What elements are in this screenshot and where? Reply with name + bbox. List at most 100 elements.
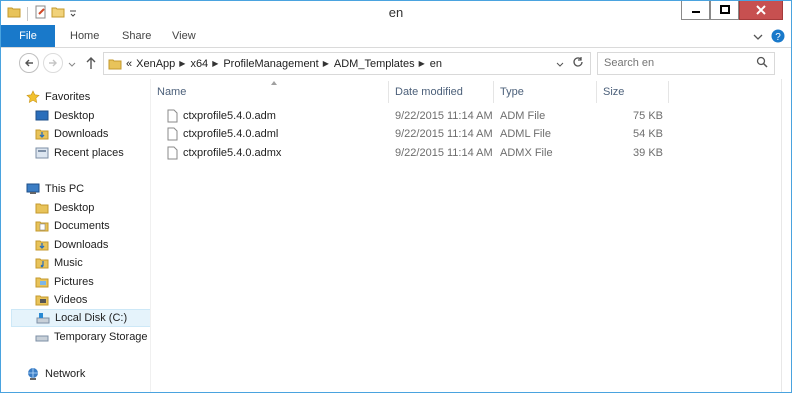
file-size: 39 KB [633, 147, 663, 159]
sort-ascending-icon [271, 81, 277, 85]
nav-label: Downloads [54, 239, 109, 251]
column-header-name[interactable]: Name [151, 81, 389, 103]
file-name: ctxprofile5.4.0.admx [183, 147, 282, 159]
file-icon [167, 146, 178, 160]
tab-view[interactable]: View [172, 25, 196, 47]
tab-home[interactable]: Home [70, 25, 99, 47]
file-row[interactable]: ctxprofile5.4.0.adm 9/22/2015 11:14 AM A… [151, 107, 671, 125]
breadcrumb-separator-icon[interactable]: ▶ [323, 59, 329, 68]
network-icon [25, 367, 41, 381]
nav-label: Music [54, 257, 83, 269]
computer-icon [25, 182, 41, 196]
breadcrumb-separator-icon[interactable]: ▶ [419, 59, 425, 68]
nav-this-pc[interactable]: This PC [25, 180, 84, 198]
nav-network[interactable]: Network [25, 365, 85, 383]
column-header-type[interactable]: Type [494, 81, 597, 103]
address-overflow[interactable]: « [126, 58, 132, 70]
address-dropdown-icon[interactable] [556, 59, 564, 71]
column-header-size[interactable]: Size [597, 81, 669, 103]
svg-text:?: ? [775, 32, 781, 43]
local-disk-icon [35, 311, 51, 325]
back-arrow-icon [25, 59, 33, 67]
nav-label: This PC [45, 183, 85, 195]
nav-favorites-recent-places[interactable]: Recent places [34, 144, 124, 162]
column-label: Name [157, 86, 187, 98]
tab-file[interactable]: File [1, 25, 55, 47]
nav-this-pc-videos[interactable]: Videos [34, 291, 87, 309]
address-bar[interactable]: « XenApp ▶ x64 ▶ ProfileManagement ▶ ADM… [103, 52, 591, 75]
column-header-date-modified[interactable]: Date modified [389, 81, 494, 103]
back-button[interactable] [19, 53, 39, 73]
refresh-icon[interactable] [572, 56, 584, 71]
file-row[interactable]: ctxprofile5.4.0.admx 9/22/2015 11:14 AM … [151, 144, 671, 162]
nav-this-pc-local-disk[interactable]: Local Disk (C:) [11, 309, 157, 327]
file-list-pane: Name Date modified Type Size ctxprofile5… [150, 79, 783, 392]
nav-label: Videos [54, 294, 88, 306]
up-arrow-icon[interactable] [85, 56, 97, 73]
nav-favorites-desktop[interactable]: Desktop [34, 107, 94, 125]
nav-label: Temporary Storage [54, 331, 148, 343]
expand-ribbon-icon[interactable] [753, 32, 763, 44]
recent-locations-icon[interactable] [68, 59, 76, 71]
file-date: 9/22/2015 11:14 AM [395, 147, 493, 159]
folder-icon [34, 201, 50, 215]
file-name: ctxprofile5.4.0.adm [183, 110, 276, 122]
nav-this-pc-music[interactable]: Music [34, 254, 83, 272]
file-type: ADMX File [500, 147, 553, 159]
recent-places-icon [34, 146, 50, 160]
breadcrumb-en[interactable]: en [430, 58, 442, 70]
search-icon[interactable] [756, 56, 768, 71]
minimize-button[interactable] [681, 1, 710, 20]
breadcrumb-profilemanagement[interactable]: ProfileManagement [223, 58, 318, 70]
file-name-cell: ctxprofile5.4.0.adml [167, 125, 278, 143]
vertical-scrollbar[interactable] [781, 79, 791, 392]
nav-label: Favorites [45, 91, 91, 103]
title-bar: en [1, 1, 791, 25]
maximize-button[interactable] [710, 1, 739, 20]
search-input[interactable] [598, 53, 754, 72]
file-name-cell: ctxprofile5.4.0.adm [167, 107, 276, 125]
nav-label: Network [45, 368, 86, 380]
breadcrumb-adm-templates[interactable]: ADM_Templates [334, 58, 415, 70]
maximize-icon [719, 5, 730, 14]
breadcrumb-xenapp[interactable]: XenApp [136, 58, 175, 70]
music-folder-icon [34, 256, 50, 270]
breadcrumb-separator-icon[interactable]: ▶ [179, 59, 185, 68]
file-type: ADML File [500, 128, 551, 140]
file-date: 9/22/2015 11:14 AM [395, 128, 493, 140]
drive-icon [34, 330, 50, 344]
file-row[interactable]: ctxprofile5.4.0.adml 9/22/2015 11:14 AM … [151, 125, 671, 143]
nav-favorites[interactable]: Favorites [25, 88, 90, 106]
file-name: ctxprofile5.4.0.adml [183, 128, 279, 140]
nav-label: Documents [54, 220, 110, 232]
nav-this-pc-downloads[interactable]: Downloads [34, 236, 108, 254]
close-button[interactable] [739, 1, 783, 20]
nav-label: Local Disk (C:) [55, 312, 128, 324]
file-size: 75 KB [633, 110, 663, 122]
navigation-bar: « XenApp ▶ x64 ▶ ProfileManagement ▶ ADM… [1, 48, 791, 78]
file-date: 9/22/2015 11:14 AM [395, 110, 493, 122]
file-type: ADM File [500, 110, 546, 122]
file-size: 54 KB [633, 128, 663, 140]
breadcrumb-x64[interactable]: x64 [190, 58, 208, 70]
nav-this-pc-temporary-storage[interactable]: Temporary Storage [34, 328, 148, 346]
downloads-folder-icon [34, 127, 50, 141]
downloads-folder-icon [34, 238, 50, 252]
nav-label: Recent places [54, 147, 124, 159]
nav-this-pc-documents[interactable]: Documents [34, 217, 110, 235]
file-icon [167, 109, 178, 123]
nav-favorites-downloads[interactable]: Downloads [34, 125, 108, 143]
nav-label: Pictures [54, 276, 94, 288]
nav-this-pc-desktop[interactable]: Desktop [34, 199, 94, 217]
nav-label: Desktop [54, 110, 95, 122]
breadcrumb-separator-icon[interactable]: ▶ [212, 59, 218, 68]
forward-button[interactable] [43, 53, 63, 73]
tab-share[interactable]: Share [122, 25, 151, 47]
ribbon-right-controls: ? [753, 29, 785, 46]
help-icon[interactable]: ? [771, 29, 785, 46]
file-name-cell: ctxprofile5.4.0.admx [167, 144, 281, 162]
close-icon [756, 5, 766, 15]
documents-folder-icon [34, 219, 50, 233]
nav-this-pc-pictures[interactable]: Pictures [34, 273, 94, 291]
pictures-folder-icon [34, 275, 50, 289]
